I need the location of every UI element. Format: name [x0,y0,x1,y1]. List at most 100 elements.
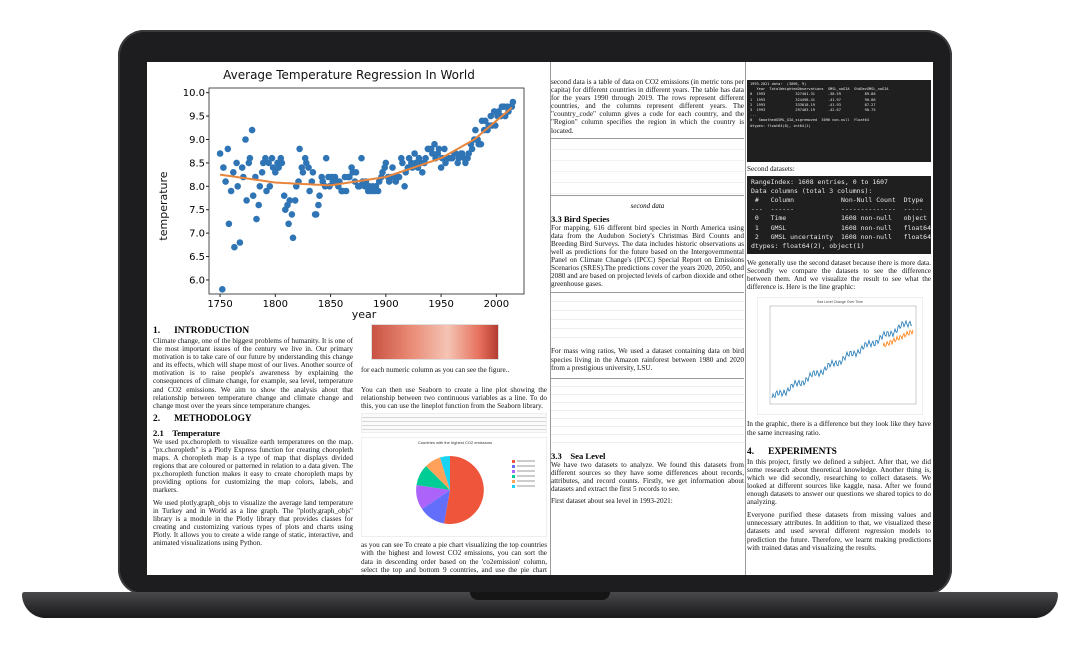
scatter-point [242,136,249,143]
scatter-point [441,145,448,153]
scatter-point [256,183,264,190]
scatter-point [234,183,241,190]
experiments-heading-text: EXPERIMENTS [768,446,837,457]
intro-heading-text: INTRODUCTION [174,326,250,336]
head-line: dtypes: float64(8), int64(1) [750,123,811,128]
scatter-point [224,145,232,153]
column-divider-2 [745,62,746,575]
info-line: dtypes: float64(2), object(1) [751,241,865,250]
correlation-heatmap [371,324,499,360]
scatter-point [285,220,292,228]
bird-data-table [551,292,744,340]
scatter-point [216,150,224,157]
scatter-point [299,169,307,176]
scatter-point [243,197,250,204]
scatter-point [389,164,396,171]
scatter-point [315,201,322,209]
dataframe-info-output: RangeIndex: 1608 entries, 0 to 1607 Data … [747,176,931,255]
intro-heading-num: 1. [153,326,161,336]
y-tick-label: 9.0 [189,135,205,146]
scatter-point [306,187,313,195]
x-tick-label: 1900 [373,299,398,310]
y-tick-label: 8.0 [189,182,205,193]
scatter-point [268,154,276,162]
seaborn-paragraph: You can then use Seaborn to create a lin… [361,386,547,411]
bird-heading-text: Bird Species [563,213,610,224]
method-paragraph-1: We used px.choropleth to visualize earth… [153,437,353,495]
scatter-point [468,145,476,153]
scatter-point [422,154,429,162]
graphic-difference-paragraph: In the graphic, there is a difference bu… [747,420,931,437]
y-tick-label: 6.0 [189,275,205,286]
y-tick-label: 7.5 [189,205,205,216]
scatter-point [296,145,303,153]
first-dataset-text: First dataset about sea level in 1993-20… [551,497,673,506]
sea-level-line-graph: Sea Level Change Over Time [757,297,923,416]
scatter-point [230,169,237,176]
scatter-point [374,187,382,195]
x-tick-label: 1950 [428,299,453,310]
sea-level-head-output: 1993-2021 data: (3096, 9) Year TotalWeig… [747,80,931,162]
y-tick-label: 6.5 [189,252,205,263]
info-line: Data columns (total 3 columns): [751,187,873,196]
scatter-point [472,126,479,134]
numeric-column-text: for each numeric column as you can see t… [361,366,510,374]
y-tick-label: 8.5 [189,158,205,169]
x-tick-label: 2000 [484,299,509,310]
scatter-point [278,159,286,167]
second-data-caption: second data [630,201,665,210]
scatter-point [258,169,266,176]
sea-level-series-1 [771,319,913,399]
scatter-point [358,154,365,162]
mass-wing-paragraph: For mass wing ratios, We used a dataset … [551,347,744,372]
method-paragraph-2: We used plotly.graph_objs to visualize t… [153,498,353,547]
column-middle: second data is a table of data on CO2 em… [551,62,744,575]
pie-chart-panel: Countries with the highest CO2 emissions [361,437,547,538]
info-line: # Column Non-Null Count Dtype [751,196,924,205]
info-line: RangeIndex: 1608 entries, 0 to 1607 [751,178,888,187]
scatter-point [312,211,320,218]
method-heading-text: METHODOLOGY [174,413,252,424]
bird-heading-num: 3.3 [551,213,562,224]
scatter-point [231,243,238,251]
chart-ylabel: temperature [157,171,170,240]
scatter-point [288,211,296,218]
experiments-paragraph-2: Everyone purified these datasets from mi… [747,511,931,552]
x-tick-label: 1850 [318,299,343,310]
intro-heading: 1. INTRODUCTION [153,326,353,337]
scatter-point [309,169,317,176]
info-line: 1 GMSL 1608 non-null float64 [751,223,931,232]
temperature-heading: 2.1 Temperature [153,428,353,438]
x-tick-label: 1750 [207,299,232,310]
second-datasets-label: Second datasets: [747,165,795,173]
scatter-point [219,286,226,293]
sea-heading-text: Sea Level [570,450,606,461]
x-tick-label: 1800 [263,299,288,310]
experiments-paragraph-1: In this project, firstly we defined a su… [747,457,931,507]
co2-table-paragraph: second data is a table of data on CO2 em… [551,78,744,135]
intro-paragraph: Climate change, one of the biggest probl… [153,337,353,410]
y-tick-label: 7.0 [189,229,205,240]
bird-heading: 3.3 Bird Species [551,214,744,224]
bird-paragraph: For mapping, 616 different bird species … [551,223,744,289]
scatter-point [342,187,350,195]
column-right: 1993-2021 data: (3096, 9) Year TotalWeig… [747,62,931,575]
scatter-point [225,220,233,228]
laptop-notch [470,592,610,600]
scatter-point [316,192,323,199]
scatter-point [238,164,246,171]
temperature-heading-num: 2.1 [153,427,164,438]
scatter-point [382,159,390,167]
y-tick-label: 9.5 [189,112,205,123]
scatter-point [280,192,288,199]
scatter-point [266,183,274,190]
sea-level-heading: 3.3 Sea Level [551,451,744,461]
pie-paragraph: as you can see To create a pie chart vis… [361,541,547,575]
co2-data-table [551,137,744,196]
info-line: 2 GMSL uncertainty 1608 non-null float64 [751,232,931,241]
scatter-point [477,140,485,148]
sea-heading-num: 3.3 [551,450,562,461]
code-snippet [361,413,547,434]
scatter-point [249,192,257,199]
pie-chart [416,456,484,525]
